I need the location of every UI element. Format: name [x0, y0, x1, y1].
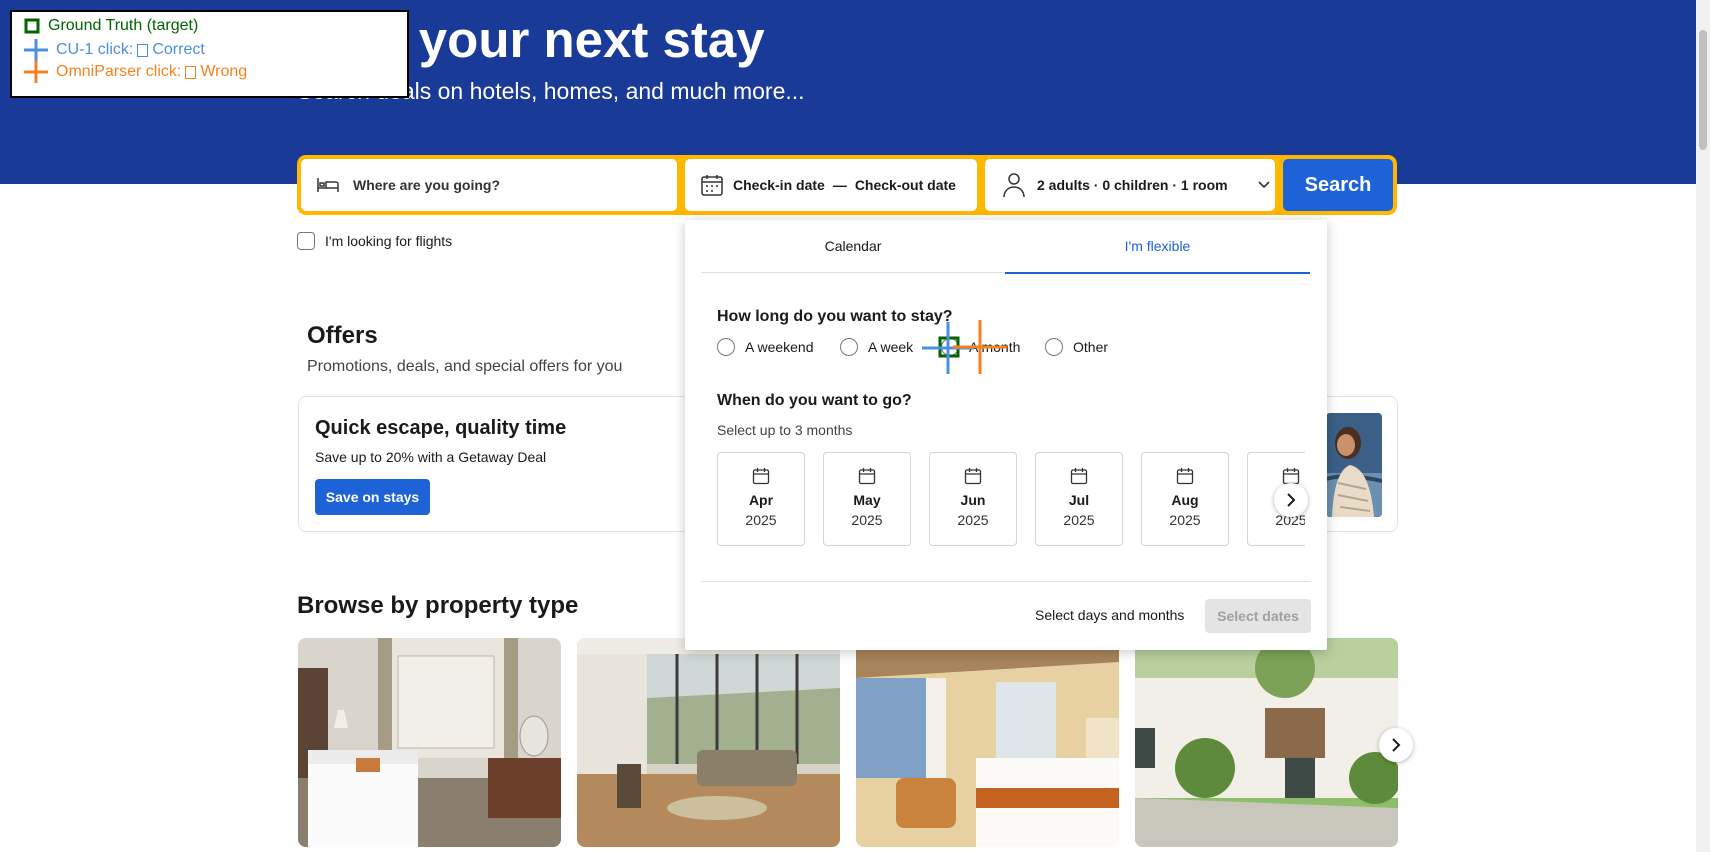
calendar-icon — [930, 467, 1016, 485]
status-box-icon — [137, 43, 149, 57]
date-dash: — — [832, 177, 847, 193]
square-marker-icon — [24, 18, 40, 34]
legend-ground-truth: Ground Truth (target) — [24, 17, 198, 35]
month-name: May — [853, 492, 881, 508]
tab-flexible[interactable]: I'm flexible — [1005, 220, 1310, 274]
flights-checkbox[interactable] — [297, 232, 315, 250]
cross-marker-icon — [24, 61, 48, 83]
person-icon — [1001, 172, 1027, 198]
browse-property-title: Browse by property type — [297, 592, 579, 619]
month-year: 2025 — [851, 512, 883, 528]
page-scrollbar[interactable] — [1696, 0, 1710, 852]
radio-circle[interactable] — [941, 338, 959, 356]
scrollbar-thumb[interactable] — [1699, 30, 1707, 150]
month-name: Apr — [748, 492, 774, 508]
apartment-image — [577, 638, 840, 847]
radio-week[interactable]: A week — [840, 338, 913, 356]
calendar-icon — [824, 467, 910, 485]
search-button[interactable]: Search — [1283, 159, 1393, 211]
legend-status: Wrong — [200, 63, 248, 80]
when-question: When do you want to go? — [717, 392, 912, 409]
chevron-right-icon — [1392, 738, 1401, 752]
cross-marker-icon — [24, 39, 48, 61]
legend-label: CU-1 click: — [56, 41, 134, 58]
save-on-stays-button[interactable]: Save on stays — [315, 479, 430, 515]
property-card-resorts[interactable] — [856, 638, 1119, 847]
offers-title: Offers — [307, 322, 378, 349]
annotation-legend: Ground Truth (target) CU-1 click: Correc… — [10, 10, 409, 98]
select-days-months-link[interactable]: Select days and months — [1035, 607, 1184, 623]
month-name: Jul — [1068, 492, 1090, 508]
month-card[interactable]: Apr 2025 — [717, 452, 805, 546]
tab-calendar[interactable]: Calendar — [701, 220, 1005, 273]
checkout-label[interactable]: Check-out date — [855, 177, 956, 193]
bed-icon — [315, 172, 341, 198]
property-carousel-next-button[interactable] — [1379, 728, 1413, 762]
destination-field[interactable] — [301, 159, 677, 211]
search-bar: Check-in date — Check-out date 2 adults … — [297, 155, 1397, 215]
month-carousel-next-button[interactable] — [1274, 483, 1308, 517]
radio-label[interactable]: A weekend — [745, 339, 814, 355]
guests-label: 2 adults · 0 children · 1 room — [1037, 177, 1228, 193]
property-card-villas[interactable] — [1135, 638, 1398, 847]
dates-field[interactable]: Check-in date — Check-out date — [685, 159, 977, 211]
calendar-icon — [1248, 467, 1305, 485]
radio-circle[interactable] — [1045, 338, 1063, 356]
radio-circle[interactable] — [717, 338, 735, 356]
offers-subtitle: Promotions, deals, and special offers fo… — [307, 358, 623, 375]
hotel-room-image — [298, 638, 561, 847]
calendar-icon — [1036, 467, 1122, 485]
legend-cu1: CU-1 click: Correct — [24, 39, 205, 61]
resort-image — [856, 638, 1119, 847]
calendar-icon — [1142, 467, 1228, 485]
offer-title: Quick escape, quality time — [315, 417, 567, 439]
legend-omniparser: OmniParser click: Wrong — [24, 61, 247, 83]
calendar-icon — [718, 467, 804, 485]
month-card[interactable]: Jul 2025 — [1035, 452, 1123, 546]
chevron-down-icon — [1258, 176, 1270, 194]
guests-field[interactable]: 2 adults · 0 children · 1 room — [985, 159, 1275, 211]
when-subtitle: Select up to 3 months — [717, 422, 853, 438]
legend-status: Correct — [152, 41, 205, 58]
month-name: Aug — [1171, 492, 1199, 508]
month-year: 2025 — [1063, 512, 1095, 528]
month-card[interactable]: Jun 2025 — [929, 452, 1017, 546]
destination-input[interactable] — [351, 176, 655, 194]
month-name: Jun — [960, 492, 986, 508]
legend-label: Ground Truth (target) — [48, 17, 199, 34]
month-year: 2025 — [745, 512, 777, 528]
month-card[interactable]: May 2025 — [823, 452, 911, 546]
month-year: 2025 — [1169, 512, 1201, 528]
checkin-label[interactable]: Check-in date — [733, 177, 825, 193]
date-picker-popup: Calendar I'm flexible How long do you wa… — [685, 220, 1327, 650]
radio-label[interactable]: Other — [1073, 339, 1108, 355]
radio-circle[interactable] — [840, 338, 858, 356]
radio-weekend[interactable]: A weekend — [717, 338, 814, 356]
legend-label: OmniParser click: — [56, 63, 182, 80]
status-box-icon — [185, 65, 197, 79]
calendar-icon — [699, 172, 725, 198]
radio-label[interactable]: A week — [868, 339, 913, 355]
popup-divider — [701, 581, 1311, 582]
radio-other[interactable]: Other — [1045, 338, 1108, 356]
offer-image — [1326, 413, 1382, 517]
radio-label[interactable]: A month — [969, 339, 1020, 355]
month-card[interactable]: Aug 2025 — [1141, 452, 1229, 546]
month-carousel: Apr 2025 May 2025 Jun 2025 Jul 2025 Aug … — [717, 452, 1305, 550]
property-card-hotels[interactable] — [298, 638, 561, 847]
stay-length-question: How long do you want to stay? — [717, 308, 953, 325]
offer-description: Save up to 20% with a Getaway Deal — [315, 449, 547, 465]
chevron-right-icon — [1287, 493, 1296, 507]
radio-month[interactable]: A month — [941, 338, 1020, 356]
month-year: 2025 — [957, 512, 989, 528]
select-dates-button[interactable]: Select dates — [1205, 599, 1311, 633]
property-card-apartments[interactable] — [577, 638, 840, 847]
flights-checkbox-label[interactable]: I'm looking for flights — [325, 233, 452, 249]
villa-image — [1135, 638, 1398, 847]
